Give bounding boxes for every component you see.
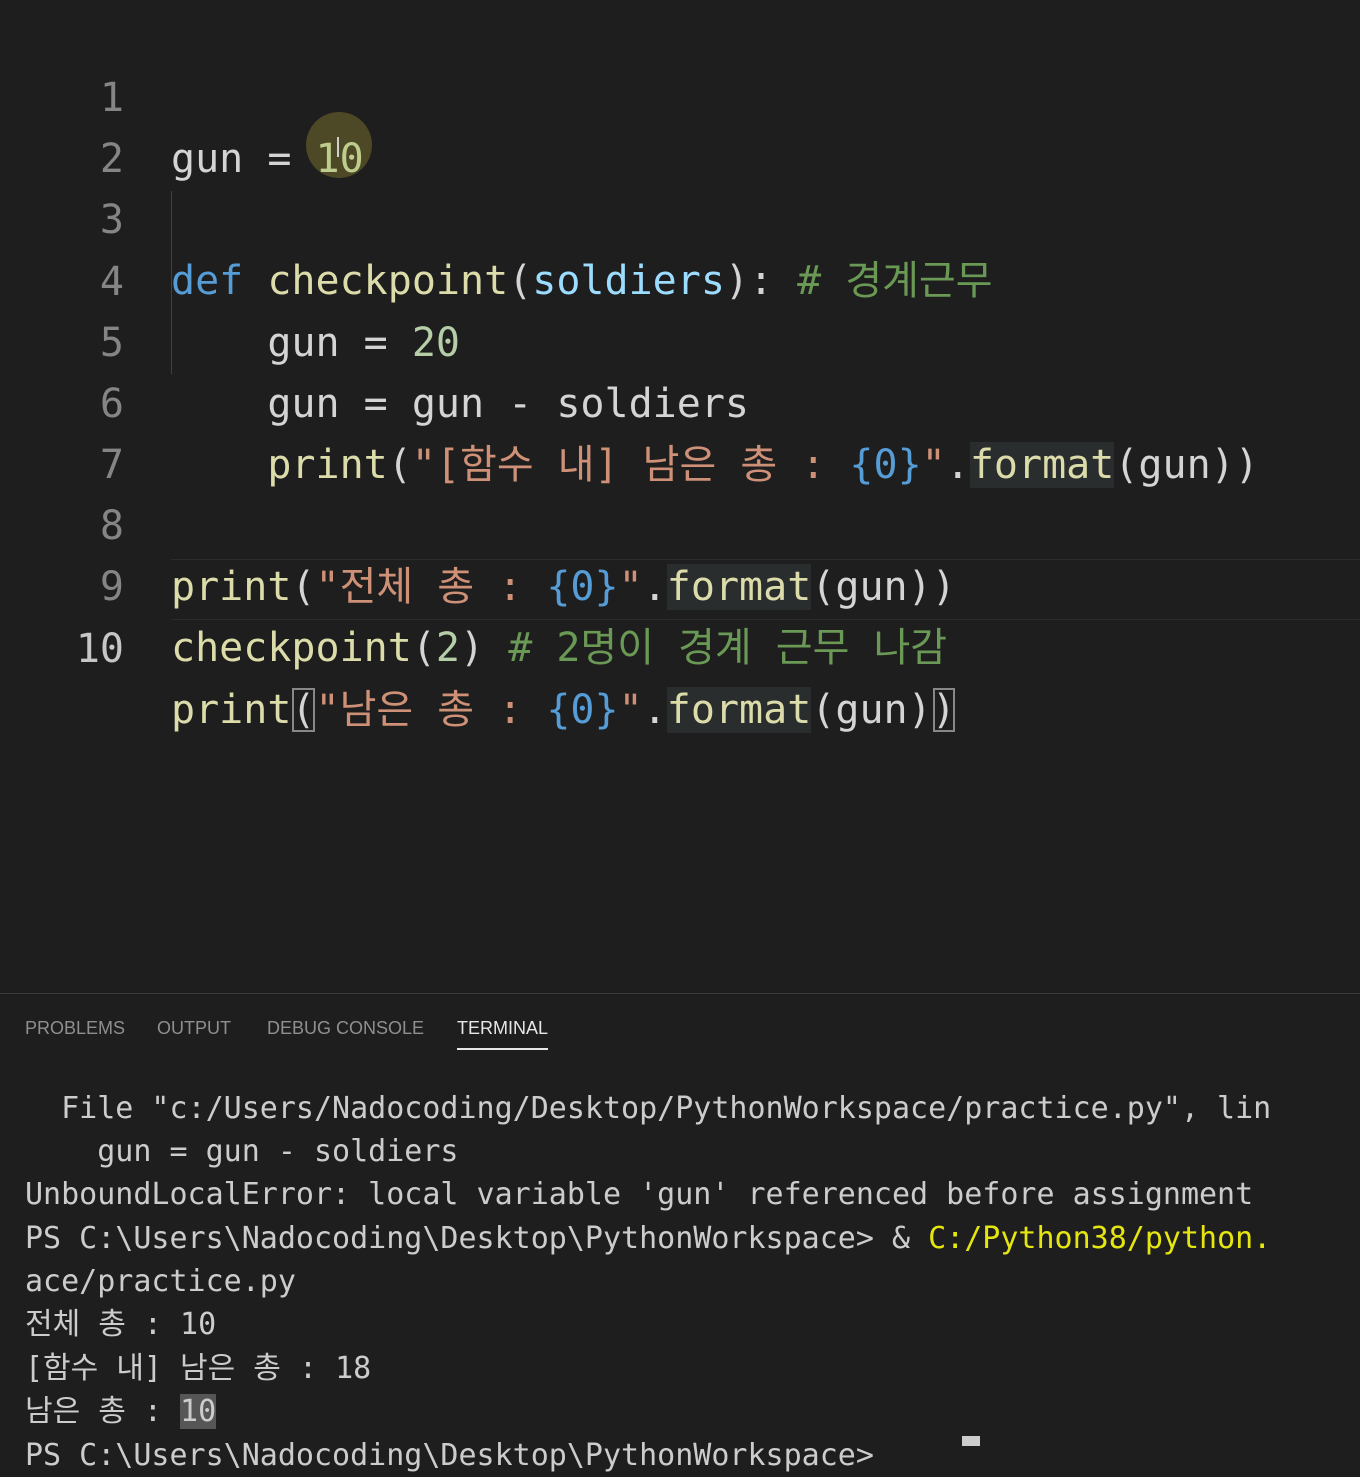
terminal-line: [함수 내] 남은 총 : 18 (25, 1351, 372, 1386)
tab-terminal[interactable]: TERMINAL (457, 1014, 549, 1050)
token-string: 남은 총 : (339, 687, 547, 733)
token-comment: # 2명이 경계 근무 나감 (508, 625, 948, 671)
terminal-cursor (962, 1436, 980, 1446)
line-code[interactable]: checkpoint(2) # 2명이 경계 근무 나감 (171, 618, 947, 679)
token-number: 2 (435, 625, 461, 671)
token-string: " (618, 687, 643, 733)
code-line-6[interactable]: 6 print("[함수 내] 남은 총 : {0}".format(gun)) (0, 313, 1360, 488)
token-method: format (666, 687, 812, 733)
code-line-3[interactable]: 3 def checkpoint(soldiers): # 경계근무 (0, 129, 1360, 304)
terminal-prompt-line: PS C:\Users\Nadocoding\Desktop\PythonWor… (25, 1217, 1271, 1260)
terminal-prompt-partial: PS C:\Users\Nadocoding\Desktop\PythonWor… (25, 1438, 874, 1473)
bracket-match-close: ) (931, 687, 956, 733)
tab-output[interactable]: OUTPUT (157, 1014, 231, 1042)
bracket-match-open: ( (291, 687, 316, 733)
token-string: " (315, 687, 340, 733)
terminal-line: 전체 총 : 10 (25, 1307, 217, 1342)
code-line-5[interactable]: 5 gun = gun - soldiers (0, 252, 1360, 427)
token-function: checkpoint (171, 625, 412, 671)
token-args: (gun) (811, 687, 932, 733)
text-cursor-icon (337, 137, 339, 157)
terminal-prompt: PS C:\Users\Nadocoding\Desktop\PythonWor… (25, 1221, 929, 1256)
token-paren: ( (411, 625, 436, 671)
token-paren: ) (460, 625, 509, 671)
terminal-text: 남은 총 : (25, 1394, 181, 1429)
terminal-line: ace/practice.py (25, 1264, 296, 1299)
line-number: 10 (75, 626, 124, 672)
token-function: print (171, 687, 292, 733)
tab-problems[interactable]: PROBLEMS (25, 1014, 125, 1042)
code-line-9[interactable]: 9 checkpoint(2) # 2명이 경계 근무 나감 (0, 496, 1360, 671)
code-line-8[interactable]: 8 print("전체 총 : {0}".format(gun)) (0, 435, 1360, 610)
tab-debug-console[interactable]: DEBUG CONSOLE (267, 1014, 424, 1042)
code-line-10[interactable]: 10 print("남은 총 : {0}".format(gun)) (0, 558, 1360, 733)
code-editor[interactable]: 1 gun = 10 2 3 def checkpoint(soldiers):… (0, 0, 1360, 993)
terminal-line: File "c:/Users/Nadocoding/Desktop/Python… (25, 1091, 1272, 1126)
code-line-7[interactable]: 7 (0, 374, 1360, 488)
terminal-python-path: C:/Python38/python. (928, 1221, 1272, 1256)
code-line-4[interactable]: 4 gun = 20 (0, 191, 1360, 366)
terminal-line: gun = gun - soldiers (25, 1134, 459, 1169)
token-placeholder: {0} (546, 687, 619, 733)
token-dot: . (642, 687, 667, 733)
terminal-selection: 10 (180, 1394, 217, 1429)
terminal-line: UnboundLocalError: local variable 'gun' … (25, 1177, 1254, 1212)
terminal-last-output: 남은 총 : 10 (25, 1390, 217, 1433)
code-line-2[interactable]: 2 (0, 68, 1360, 182)
code-line-1[interactable]: 1 gun = 10 (0, 7, 1360, 182)
mouse-cursor-highlight (306, 112, 372, 178)
line-code[interactable]: print("남은 총 : {0}".format(gun)) (171, 680, 956, 741)
